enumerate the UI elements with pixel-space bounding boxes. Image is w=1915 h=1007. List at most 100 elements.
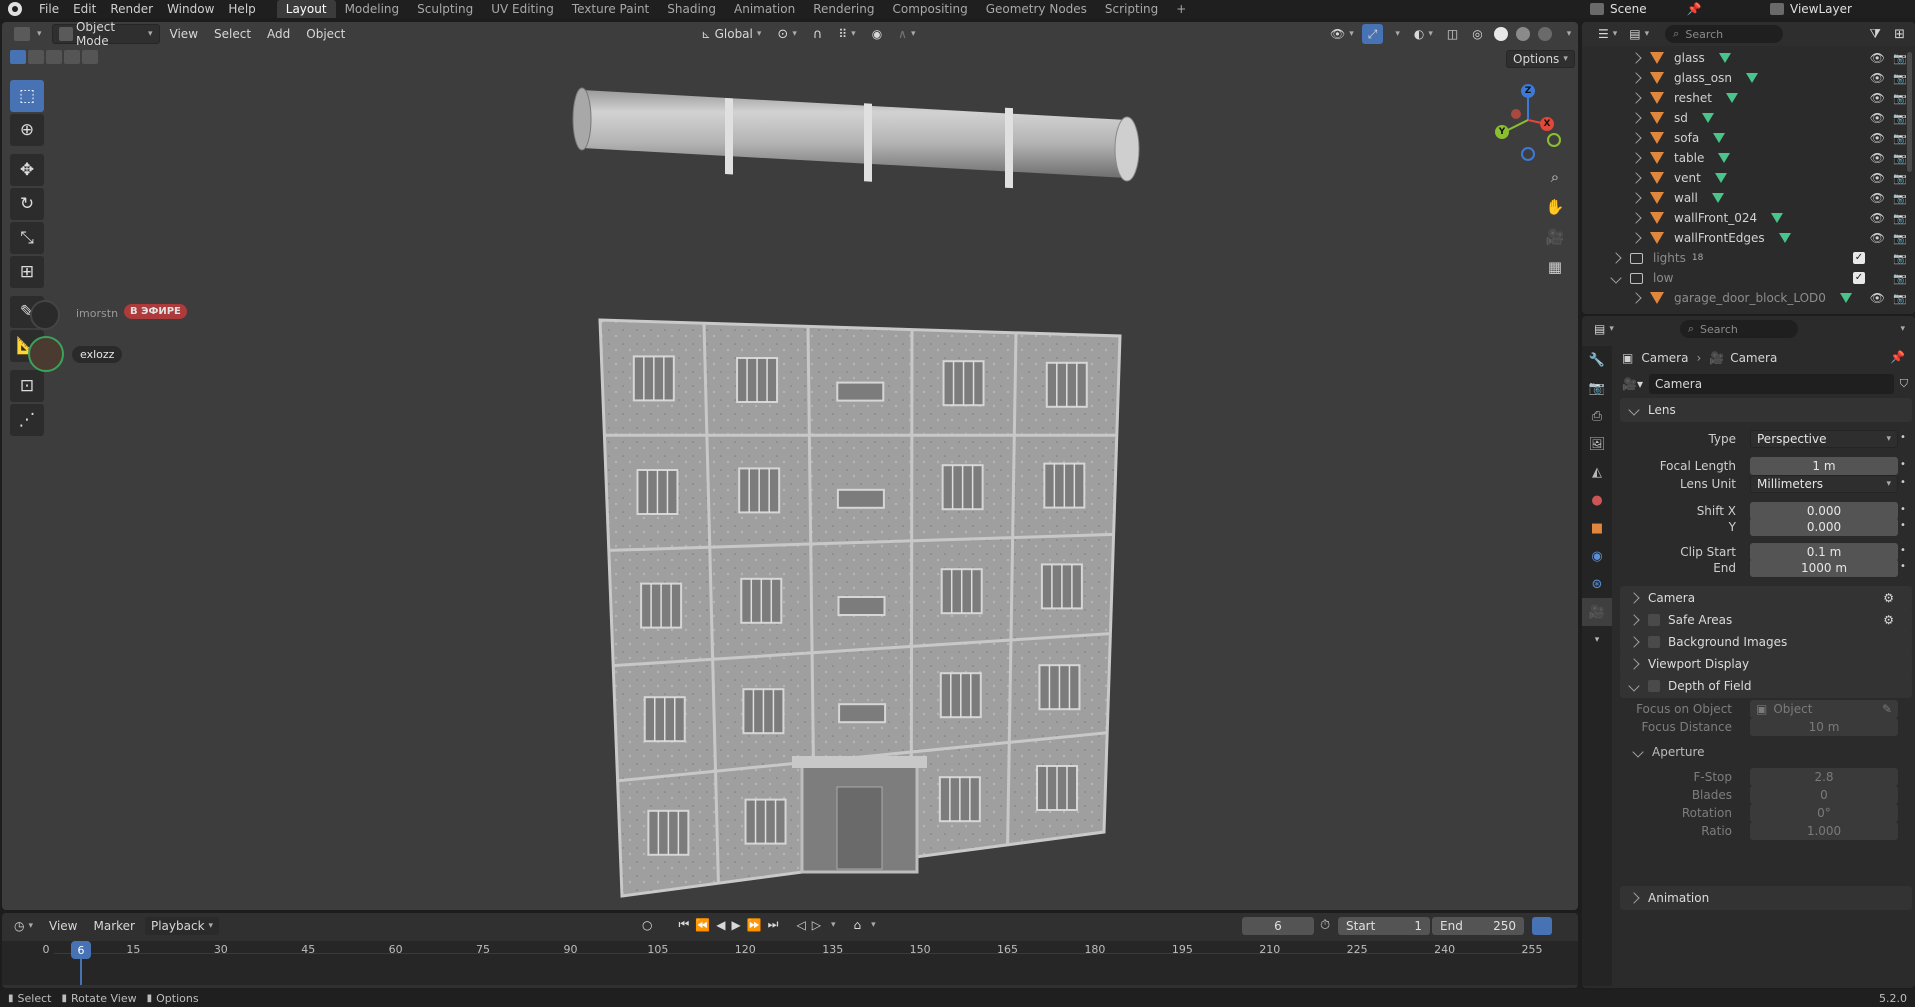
- visibility-dropdown[interactable]: 👁 ▾: [1324, 24, 1360, 44]
- chevron-right-icon[interactable]: [1610, 252, 1622, 264]
- tab-tool[interactable]: 🔧: [1582, 346, 1612, 374]
- play-icon[interactable]: ▶: [731, 918, 740, 932]
- outliner-object-row[interactable]: table 👁 📷: [1582, 148, 1915, 168]
- mesh-data-icon[interactable]: [1726, 93, 1738, 103]
- chevron-right-icon[interactable]: [1630, 232, 1642, 244]
- camera-datablock-name[interactable]: Camera: [1648, 374, 1894, 394]
- outliner-object-row[interactable]: garage_door_block_LOD0 👁 📷: [1582, 288, 1915, 308]
- vp-menu-object[interactable]: Object: [300, 24, 351, 44]
- properties-editor[interactable]: ▤ ▾ ⌕ Search ▾ 🔧 📷 ⎙ 🖼 ◭ ● ■ ◉ ⊛ 🎥 ▾ ▣ Ca…: [1582, 316, 1915, 988]
- play-reverse-icon[interactable]: ◀: [716, 918, 725, 932]
- building-model[interactable]: [592, 312, 1132, 902]
- outliner-search-input[interactable]: ⌕ Search: [1665, 25, 1784, 43]
- collection-checkbox[interactable]: ✓: [1853, 252, 1865, 264]
- next-keyframe-icon[interactable]: ▷: [812, 918, 821, 932]
- transform-orientation-dropdown[interactable]: ⊾ Global ▾: [695, 24, 767, 44]
- outliner-object-row[interactable]: glass 👁 📷: [1582, 48, 1915, 68]
- keyframe-dot-icon[interactable]: •: [1900, 561, 1906, 572]
- rotate-tool[interactable]: ↻: [10, 188, 44, 220]
- render-camera-icon[interactable]: 📷: [1893, 292, 1907, 305]
- presets-icon[interactable]: ⚙: [1883, 613, 1894, 627]
- menu-edit[interactable]: Edit: [66, 0, 103, 18]
- render-camera-icon[interactable]: 📷: [1893, 172, 1907, 185]
- f-stop-field[interactable]: 2.8: [1750, 768, 1898, 786]
- render-camera-icon[interactable]: 📷: [1893, 152, 1907, 165]
- tab-layout[interactable]: Layout: [276, 0, 336, 18]
- 3d-viewport[interactable]: ▾ Object Mode ▾ View Select Add Object ⊾…: [2, 22, 1578, 910]
- chevron-right-icon[interactable]: [1630, 292, 1642, 304]
- viewport-display-panel-header[interactable]: Viewport Display: [1620, 652, 1912, 676]
- gizmo-y-axis[interactable]: Y: [1495, 125, 1509, 139]
- jump-keyframe-forward-icon[interactable]: ⏩: [747, 918, 762, 932]
- tab-camera-data[interactable]: 🎥: [1582, 598, 1612, 626]
- tl-menu-view[interactable]: View: [43, 917, 83, 935]
- outliner-collection-row[interactable]: lights 18 ✓ 📷: [1582, 248, 1915, 268]
- focal-length-field[interactable]: 1 m: [1750, 457, 1898, 475]
- chevron-down-icon[interactable]: [1610, 272, 1622, 284]
- rotation-field[interactable]: 0°: [1750, 804, 1898, 822]
- chevron-right-icon[interactable]: [1630, 152, 1642, 164]
- add-workspace-button[interactable]: +: [1167, 0, 1195, 18]
- pipe-model[interactable]: [572, 60, 1142, 190]
- eyedropper-icon[interactable]: ✎: [1882, 702, 1892, 716]
- eye-icon[interactable]: 👁: [1870, 91, 1885, 105]
- chevron-right-icon[interactable]: [1630, 192, 1642, 204]
- add-cube-tool[interactable]: ⊡: [10, 370, 44, 402]
- mesh-data-icon[interactable]: [1746, 73, 1759, 83]
- chevron-right-icon[interactable]: [1630, 172, 1642, 184]
- material-shading-button[interactable]: [1513, 24, 1533, 44]
- outliner-object-row[interactable]: vent 👁 📷: [1582, 168, 1915, 188]
- vp-menu-select[interactable]: Select: [208, 24, 257, 44]
- start-frame-field[interactable]: Start 1: [1338, 917, 1430, 935]
- select-invert-icon[interactable]: [64, 50, 80, 64]
- stopwatch-icon[interactable]: ⏱: [1320, 918, 1330, 933]
- new-collection-icon[interactable]: ⊞: [1894, 27, 1905, 42]
- transform-tool[interactable]: ⊞: [10, 256, 44, 288]
- tab-geometry-nodes[interactable]: Geometry Nodes: [977, 0, 1096, 18]
- select-new-icon[interactable]: [10, 50, 26, 64]
- snap-toggle[interactable]: ∩: [807, 24, 829, 44]
- gizmo-neg-y[interactable]: [1547, 133, 1561, 147]
- outliner-item-label[interactable]: sofa: [1674, 131, 1699, 145]
- tab-compositing[interactable]: Compositing: [883, 0, 976, 18]
- eye-icon[interactable]: 👁: [1870, 171, 1885, 185]
- tab-scripting[interactable]: Scripting: [1096, 0, 1167, 18]
- render-camera-icon[interactable]: 📷: [1893, 192, 1907, 205]
- outliner-object-row[interactable]: wallFrontEdges 👁 📷: [1582, 228, 1915, 248]
- timeline[interactable]: ◷ ▾ View Marker Playback ▾ ○ ⏮ ⏪ ◀ ▶ ⏩ ⏭ ◁…: [2, 913, 1578, 988]
- select-box-tool[interactable]: ⬚: [10, 80, 44, 112]
- keying-icon[interactable]: ⌂: [853, 918, 861, 932]
- properties-editor-type[interactable]: ▤ ▾: [1588, 319, 1620, 339]
- presets-icon[interactable]: ⚙: [1883, 591, 1894, 605]
- extra-tool[interactable]: ⋰: [10, 404, 44, 436]
- tab-uv-editing[interactable]: UV Editing: [482, 0, 563, 18]
- safe-areas-panel-header[interactable]: Safe Areas ⚙: [1620, 608, 1912, 632]
- tab-shading[interactable]: Shading: [658, 0, 725, 18]
- sync-toggle[interactable]: [1532, 917, 1552, 935]
- chevron-right-icon[interactable]: [1630, 92, 1642, 104]
- frame-ruler[interactable]: 0 15 30 45 60 75 90 105 120 135 150 165 180 195 210 225…: [2, 941, 1578, 985]
- outliner-object-row[interactable]: sd 👁 📷: [1582, 108, 1915, 128]
- outliner-item-label[interactable]: vent: [1674, 171, 1701, 185]
- shift-y-field[interactable]: 0.000: [1750, 518, 1898, 536]
- select-subtract-icon[interactable]: [46, 50, 62, 64]
- timeline-editor-type[interactable]: ◷ ▾: [8, 917, 39, 935]
- mesh-data-icon[interactable]: [1778, 233, 1791, 243]
- lens-unit-dropdown[interactable]: Millimeters ▾: [1750, 475, 1898, 493]
- tabs-expand-icon[interactable]: ▾: [1582, 626, 1612, 654]
- keyframe-dot-icon[interactable]: •: [1900, 477, 1906, 488]
- focus-object-field[interactable]: ▣ Object ✎: [1750, 700, 1898, 718]
- mesh-data-icon[interactable]: [1711, 193, 1724, 203]
- fake-user-shield-icon[interactable]: ⛉: [1900, 377, 1908, 391]
- jump-start-icon[interactable]: ⏮: [678, 917, 689, 932]
- shading-dropdown[interactable]: ▾: [1557, 24, 1578, 44]
- pin-icon[interactable]: 📌: [1890, 350, 1905, 364]
- pivot-dropdown[interactable]: ⊙ ▾: [771, 24, 802, 44]
- tab-texture-paint[interactable]: Texture Paint: [563, 0, 658, 18]
- display-mode-dropdown[interactable]: ▤ ▾: [1623, 24, 1655, 44]
- mesh-data-icon[interactable]: [1718, 53, 1731, 63]
- eye-icon[interactable]: 👁: [1870, 131, 1885, 145]
- chevron-right-icon[interactable]: [1630, 212, 1642, 224]
- tab-animation[interactable]: Animation: [725, 0, 804, 18]
- keyframe-dot-icon[interactable]: •: [1900, 432, 1906, 443]
